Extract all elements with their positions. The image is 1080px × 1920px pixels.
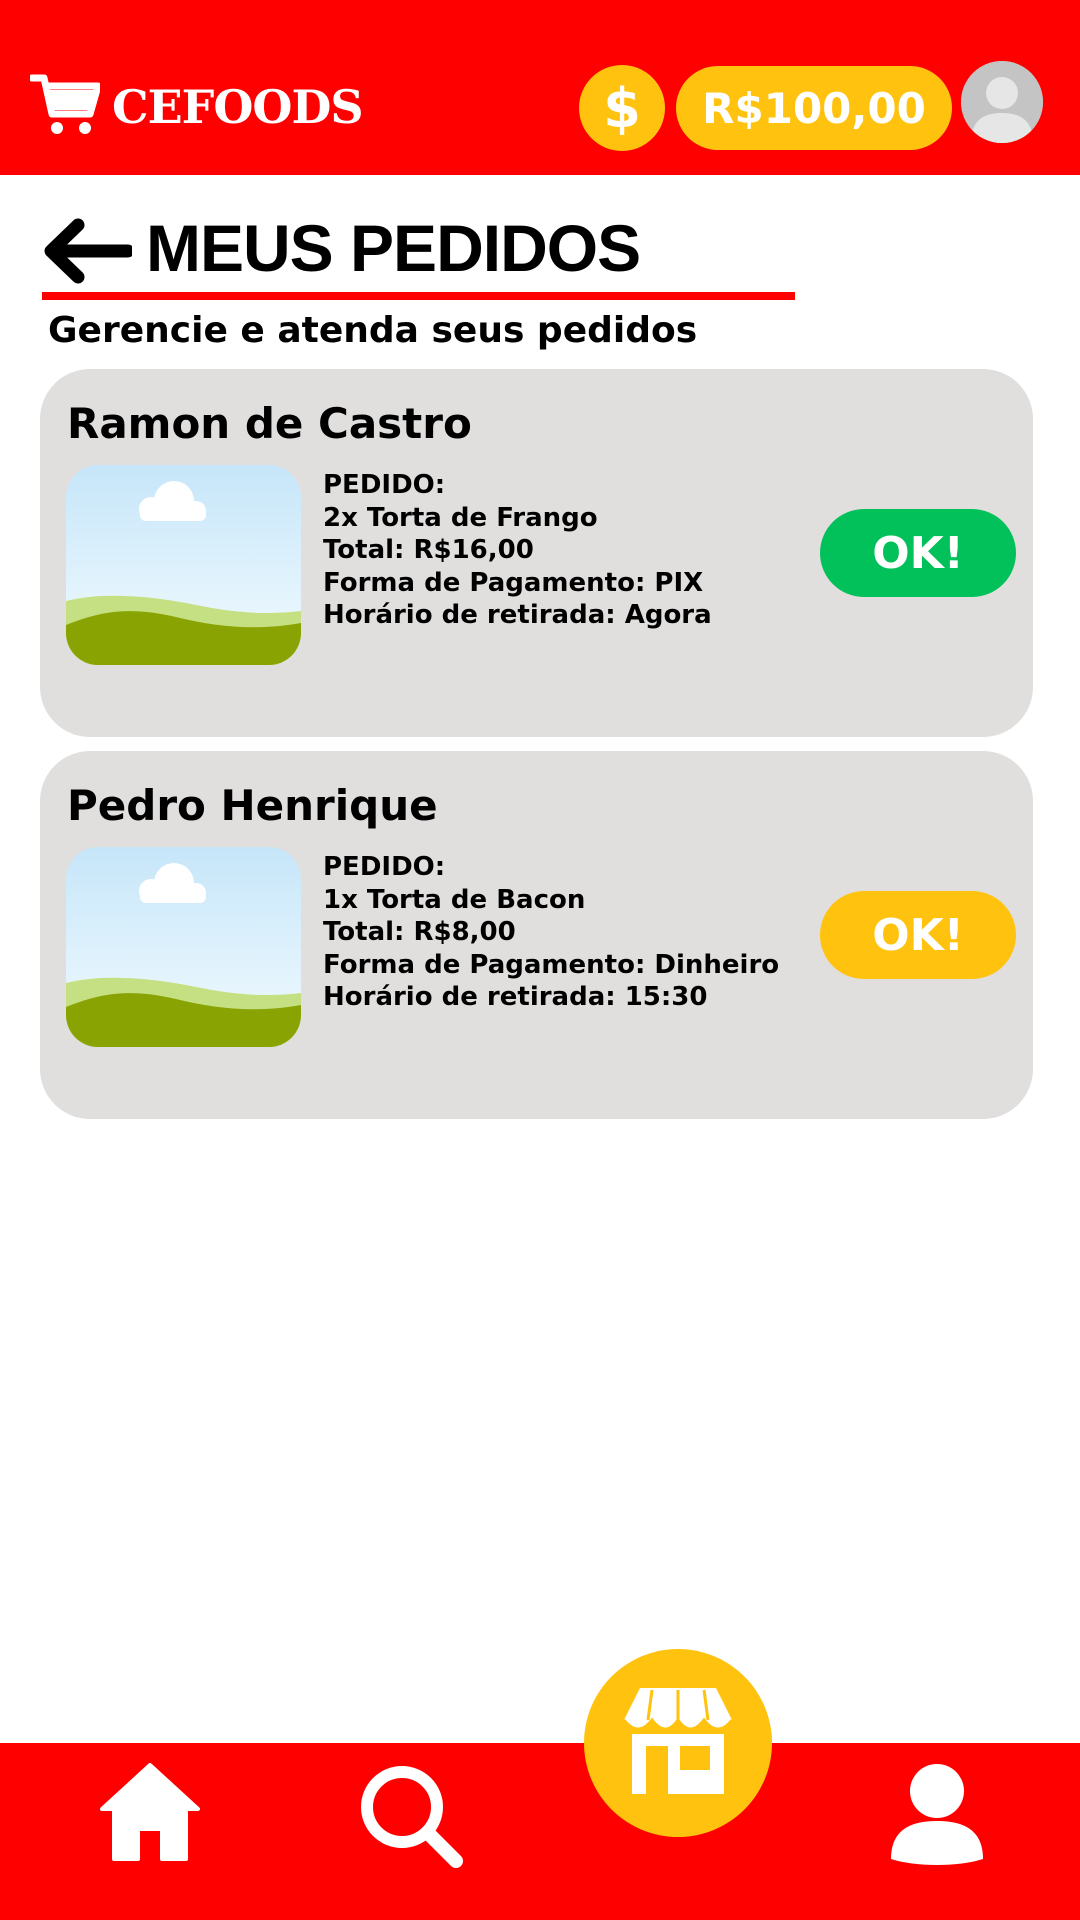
payment-method: Forma de Pagamento: Dinheiro — [323, 949, 780, 980]
order-label: PEDIDO: — [323, 852, 446, 882]
order-card: Pedro Henrique PEDIDO: 1x Torta de Bacon… — [40, 751, 1033, 1119]
search-icon[interactable] — [358, 1763, 464, 1873]
order-label: PEDIDO: — [323, 470, 446, 500]
app-screen: CEFOODS $ R$100,00 MEUS PEDIDOS Gerencie… — [0, 0, 1080, 1920]
ok-button[interactable]: OK! — [820, 891, 1016, 979]
order-total: Total: R$16,00 — [323, 535, 534, 565]
title-underline — [42, 292, 795, 300]
store-icon — [620, 1686, 736, 1800]
top-bar: CEFOODS $ R$100,00 — [0, 0, 1080, 175]
store-button[interactable] — [584, 1649, 772, 1837]
home-icon[interactable] — [98, 1761, 202, 1865]
back-arrow-icon[interactable] — [42, 218, 135, 288]
page-title: MEUS PEDIDOS — [146, 211, 641, 285]
payment-method: Forma de Pagamento: PIX — [323, 567, 704, 598]
page-subtitle: Gerencie e atenda seus pedidos — [48, 310, 698, 351]
user-avatar-icon — [961, 61, 1043, 143]
user-icon[interactable] — [889, 1761, 985, 1869]
order-item: 1x Torta de Bacon — [323, 884, 586, 915]
pickup-time: Horário de retirada: Agora — [323, 600, 712, 630]
order-details: PEDIDO: 2x Torta de Frango Total: R$16,0… — [323, 469, 712, 632]
logo[interactable]: CEFOODS — [28, 72, 364, 142]
product-image-placeholder — [66, 847, 301, 1047]
pickup-time: Horário de retirada: 15:30 — [323, 982, 708, 1012]
app-name: CEFOODS — [112, 80, 364, 134]
customer-name: Pedro Henrique — [67, 781, 438, 830]
order-card: Ramon de Castro PEDIDO: 2x Torta de Fran… — [40, 369, 1033, 737]
order-details: PEDIDO: 1x Torta de Bacon Total: R$8,00 … — [323, 851, 779, 1014]
cart-icon — [28, 72, 102, 142]
product-image-placeholder — [66, 465, 301, 665]
order-total: Total: R$8,00 — [323, 917, 516, 947]
order-item: 2x Torta de Frango — [323, 502, 598, 533]
customer-name: Ramon de Castro — [67, 399, 472, 448]
coin-icon[interactable]: $ — [579, 65, 665, 151]
avatar[interactable] — [961, 61, 1043, 143]
bottom-nav — [0, 1743, 1080, 1920]
balance-badge[interactable]: R$100,00 — [676, 66, 952, 150]
ok-button[interactable]: OK! — [820, 509, 1016, 597]
